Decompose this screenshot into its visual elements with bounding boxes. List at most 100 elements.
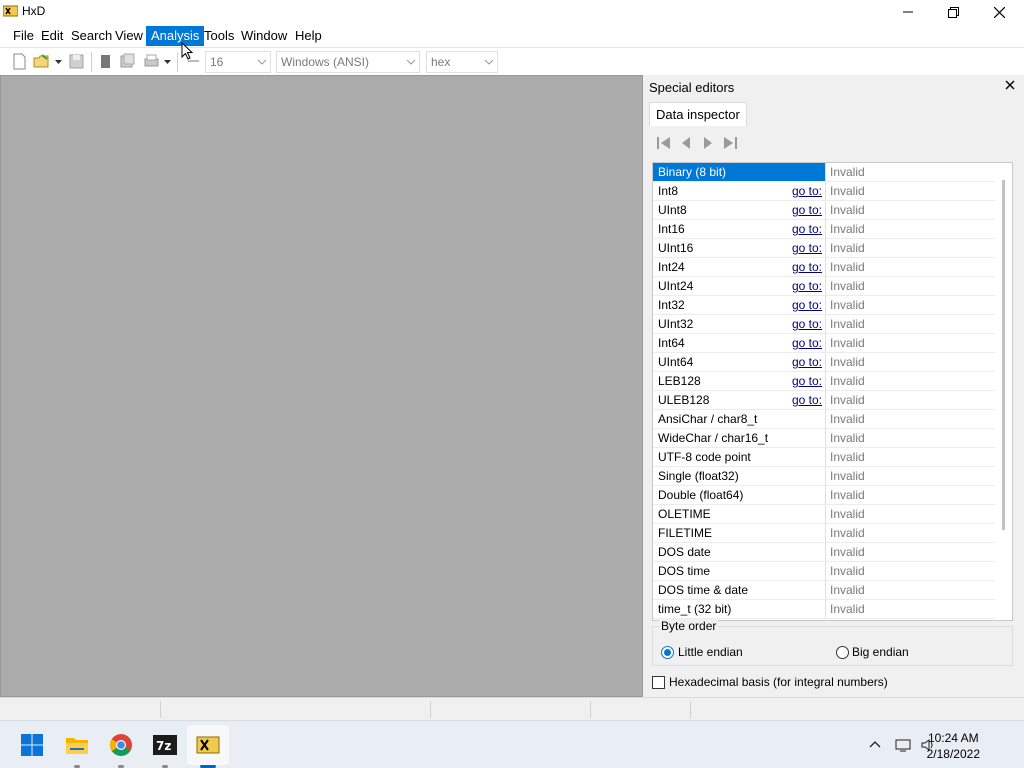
- inspector-row[interactable]: Single (float32) Invalid: [653, 467, 996, 486]
- inspector-row-value[interactable]: Invalid: [825, 467, 996, 486]
- 7zip-icon[interactable]: 7z: [153, 733, 177, 757]
- inspector-row-name[interactable]: UInt16 go to:: [653, 239, 825, 258]
- inspector-row[interactable]: UInt32 go to: Invalid: [653, 315, 996, 334]
- hex-basis-checkbox[interactable]: [652, 676, 665, 689]
- open-dropdown-icon[interactable]: [54, 53, 63, 70]
- inspector-row-value[interactable]: Invalid: [825, 296, 996, 315]
- goto-link[interactable]: go to:: [792, 353, 822, 371]
- inspector-row-value[interactable]: Invalid: [825, 277, 996, 296]
- inspector-row-value[interactable]: Invalid: [825, 334, 996, 353]
- goto-link[interactable]: go to:: [792, 372, 822, 390]
- inspector-row[interactable]: UInt16 go to: Invalid: [653, 239, 996, 258]
- inspector-row-value[interactable]: Invalid: [825, 410, 996, 429]
- menu-help[interactable]: Help: [290, 26, 327, 46]
- big-endian-label[interactable]: Big endian: [852, 645, 909, 659]
- inspector-row[interactable]: Binary (8 bit) Invalid: [653, 163, 996, 182]
- hex-basis-label[interactable]: Hexadecimal basis (for integral numbers): [669, 675, 888, 689]
- first-icon[interactable]: [655, 135, 673, 151]
- inspector-row-value[interactable]: Invalid: [825, 429, 996, 448]
- inspector-row-name[interactable]: Binary (8 bit): [653, 163, 825, 182]
- goto-link[interactable]: go to:: [792, 239, 822, 257]
- inspector-row-name[interactable]: UInt64 go to:: [653, 353, 825, 372]
- inspector-row-value[interactable]: Invalid: [825, 448, 996, 467]
- chrome-icon[interactable]: [109, 733, 133, 757]
- inspector-row-name[interactable]: Double (float64): [653, 486, 825, 505]
- goto-link[interactable]: go to:: [792, 296, 822, 314]
- inspector-row-value[interactable]: Invalid: [825, 315, 996, 334]
- vertical-scrollbar[interactable]: [995, 163, 1012, 620]
- inspector-row-name[interactable]: time_t (32 bit): [653, 600, 825, 619]
- inspector-row[interactable]: AnsiChar / char8_t Invalid: [653, 410, 996, 429]
- inspector-row-value[interactable]: Invalid: [825, 524, 996, 543]
- save-all-icon[interactable]: [119, 53, 136, 70]
- charset-select[interactable]: Windows (ANSI): [276, 51, 420, 73]
- menu-file[interactable]: File: [8, 26, 39, 46]
- inspector-row[interactable]: Int24 go to: Invalid: [653, 258, 996, 277]
- network-icon[interactable]: [895, 737, 911, 753]
- menu-window[interactable]: Window: [236, 26, 292, 46]
- open-folder-icon[interactable]: [33, 53, 50, 70]
- inspector-row-value[interactable]: Invalid: [825, 220, 996, 239]
- inspector-row-name[interactable]: UInt32 go to:: [653, 315, 825, 334]
- inspector-row-value[interactable]: Invalid: [825, 505, 996, 524]
- inspector-row-value[interactable]: Invalid: [825, 581, 996, 600]
- inspector-row-value[interactable]: Invalid: [825, 486, 996, 505]
- bytes-per-row-select[interactable]: 16: [205, 51, 271, 73]
- inspector-row[interactable]: Int8 go to: Invalid: [653, 182, 996, 201]
- inspector-row-value[interactable]: Invalid: [825, 182, 996, 201]
- close-file-icon[interactable]: [97, 53, 114, 70]
- little-endian-radio[interactable]: [661, 646, 674, 659]
- inspector-row-name[interactable]: Int64 go to:: [653, 334, 825, 353]
- inspector-row-value[interactable]: Invalid: [825, 562, 996, 581]
- inspector-row[interactable]: Int64 go to: Invalid: [653, 334, 996, 353]
- goto-link[interactable]: go to:: [792, 391, 822, 409]
- inspector-row[interactable]: Double (float64) Invalid: [653, 486, 996, 505]
- offset-base-select[interactable]: hex: [426, 51, 498, 73]
- goto-link[interactable]: go to:: [792, 277, 822, 295]
- tab-data-inspector[interactable]: Data inspector: [649, 102, 747, 126]
- inspector-row-name[interactable]: UTF-8 code point: [653, 448, 825, 467]
- inspector-row[interactable]: Int32 go to: Invalid: [653, 296, 996, 315]
- next-icon[interactable]: [699, 135, 717, 151]
- inspector-row-value[interactable]: Invalid: [825, 163, 996, 182]
- menu-view[interactable]: View: [110, 26, 148, 46]
- inspector-row[interactable]: DOS time & date Invalid: [653, 581, 996, 600]
- last-icon[interactable]: [721, 135, 739, 151]
- inspector-row-name[interactable]: UInt8 go to:: [653, 201, 825, 220]
- inspector-row[interactable]: WideChar / char16_t Invalid: [653, 429, 996, 448]
- goto-link[interactable]: go to:: [792, 334, 822, 352]
- inspector-row[interactable]: time_t (32 bit) Invalid: [653, 600, 996, 619]
- print-dropdown-icon[interactable]: [163, 53, 172, 70]
- file-explorer-icon[interactable]: [65, 733, 89, 757]
- inspector-row[interactable]: UTF-8 code point Invalid: [653, 448, 996, 467]
- chevron-up-icon[interactable]: [867, 737, 883, 753]
- save-icon[interactable]: [68, 53, 85, 70]
- inspector-row-name[interactable]: DOS time & date: [653, 581, 825, 600]
- inspector-row[interactable]: LEB128 go to: Invalid: [653, 372, 996, 391]
- start-icon[interactable]: [20, 733, 44, 757]
- close-icon[interactable]: [1005, 80, 1015, 90]
- inspector-row-name[interactable]: Single (float32): [653, 467, 825, 486]
- goto-link[interactable]: go to:: [792, 315, 822, 333]
- inspector-row-name[interactable]: ULEB128 go to:: [653, 391, 825, 410]
- inspector-row[interactable]: UInt64 go to: Invalid: [653, 353, 996, 372]
- inspector-row-value[interactable]: Invalid: [825, 353, 996, 372]
- inspector-row-name[interactable]: DOS time: [653, 562, 825, 581]
- inspector-row[interactable]: FILETIME Invalid: [653, 524, 996, 543]
- goto-link[interactable]: go to:: [792, 220, 822, 238]
- inspector-row-value[interactable]: Invalid: [825, 543, 996, 562]
- inspector-row-name[interactable]: Int32 go to:: [653, 296, 825, 315]
- inspector-row[interactable]: Int16 go to: Invalid: [653, 220, 996, 239]
- restore-button[interactable]: [930, 0, 976, 24]
- inspector-row-value[interactable]: Invalid: [825, 372, 996, 391]
- close-button[interactable]: [976, 0, 1022, 24]
- inspector-row-value[interactable]: Invalid: [825, 600, 996, 619]
- big-endian-radio[interactable]: [836, 646, 849, 659]
- goto-link[interactable]: go to:: [792, 182, 822, 200]
- minimize-button[interactable]: [885, 0, 931, 24]
- inspector-row-name[interactable]: WideChar / char16_t: [653, 429, 825, 448]
- inspector-row-name[interactable]: AnsiChar / char8_t: [653, 410, 825, 429]
- editor-area[interactable]: [0, 75, 643, 697]
- new-file-icon[interactable]: [11, 53, 28, 70]
- inspector-row-name[interactable]: Int24 go to:: [653, 258, 825, 277]
